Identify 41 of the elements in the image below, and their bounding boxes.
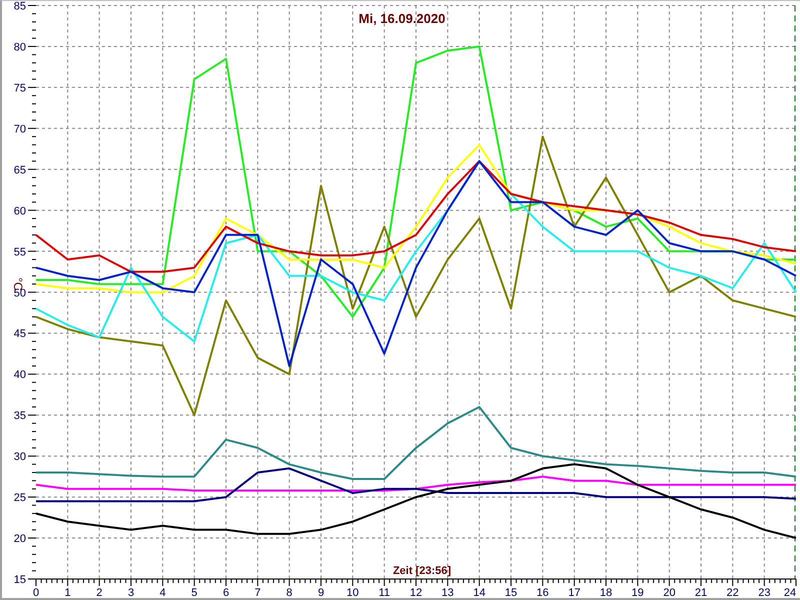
x-tick-label: 20 [663,587,676,598]
x-tick-label: 19 [632,587,644,598]
y-tick-label: 55 [14,246,26,258]
x-tick-label: 9 [318,587,324,598]
x-tick-label: 0 [32,587,40,598]
y-tick-label: 85 [14,1,26,12]
x-tick-label: 3 [128,587,134,598]
x-tick-label: 1 [64,587,71,598]
x-tick-label: 14 [473,587,486,598]
y-tick-label: 75 [14,82,26,94]
x-tick-label: 12 [410,587,422,598]
x-tick-label: 13 [442,587,454,598]
y-tick-label: 65 [14,164,26,176]
x-tick-label: 24 [784,587,796,598]
x-tick-label: 4 [160,587,166,598]
x-tick-label: 22 [726,587,739,598]
chart-title: Mi, 16.09.2020 [358,11,446,26]
x-tick-label: 7 [254,587,261,598]
x-tick-label: 17 [568,587,580,598]
x-tick-label: 5 [191,587,198,598]
x-tick-label: 6 [222,587,230,598]
y-tick-label: 40 [14,369,26,382]
x-tick-label: 10 [346,587,359,598]
x-tick-label: 2 [96,587,102,598]
x-tick-label: 21 [694,587,708,598]
y-tick-label: 25 [14,492,26,504]
y-tick-label: 20 [14,533,26,546]
y-tick-label: 60 [14,205,26,218]
y-tick-label: 80 [14,41,26,54]
y-tick-label: 15 [14,574,26,586]
y-tick-label: 45 [14,328,26,340]
x-tick-label: 16 [536,587,549,598]
y-tick-label: 70 [14,123,26,136]
x-tick-label: 15 [504,587,518,598]
y-tick-label: 35 [14,410,26,422]
x-tick-label: 18 [600,587,612,598]
x-tick-label: 23 [758,587,770,598]
y-tick-label: 30 [14,451,26,464]
x-tick-label: 8 [286,587,292,598]
x-axis-title: Zeit [23:56] [392,565,452,577]
x-tick-label: 11 [378,587,390,598]
